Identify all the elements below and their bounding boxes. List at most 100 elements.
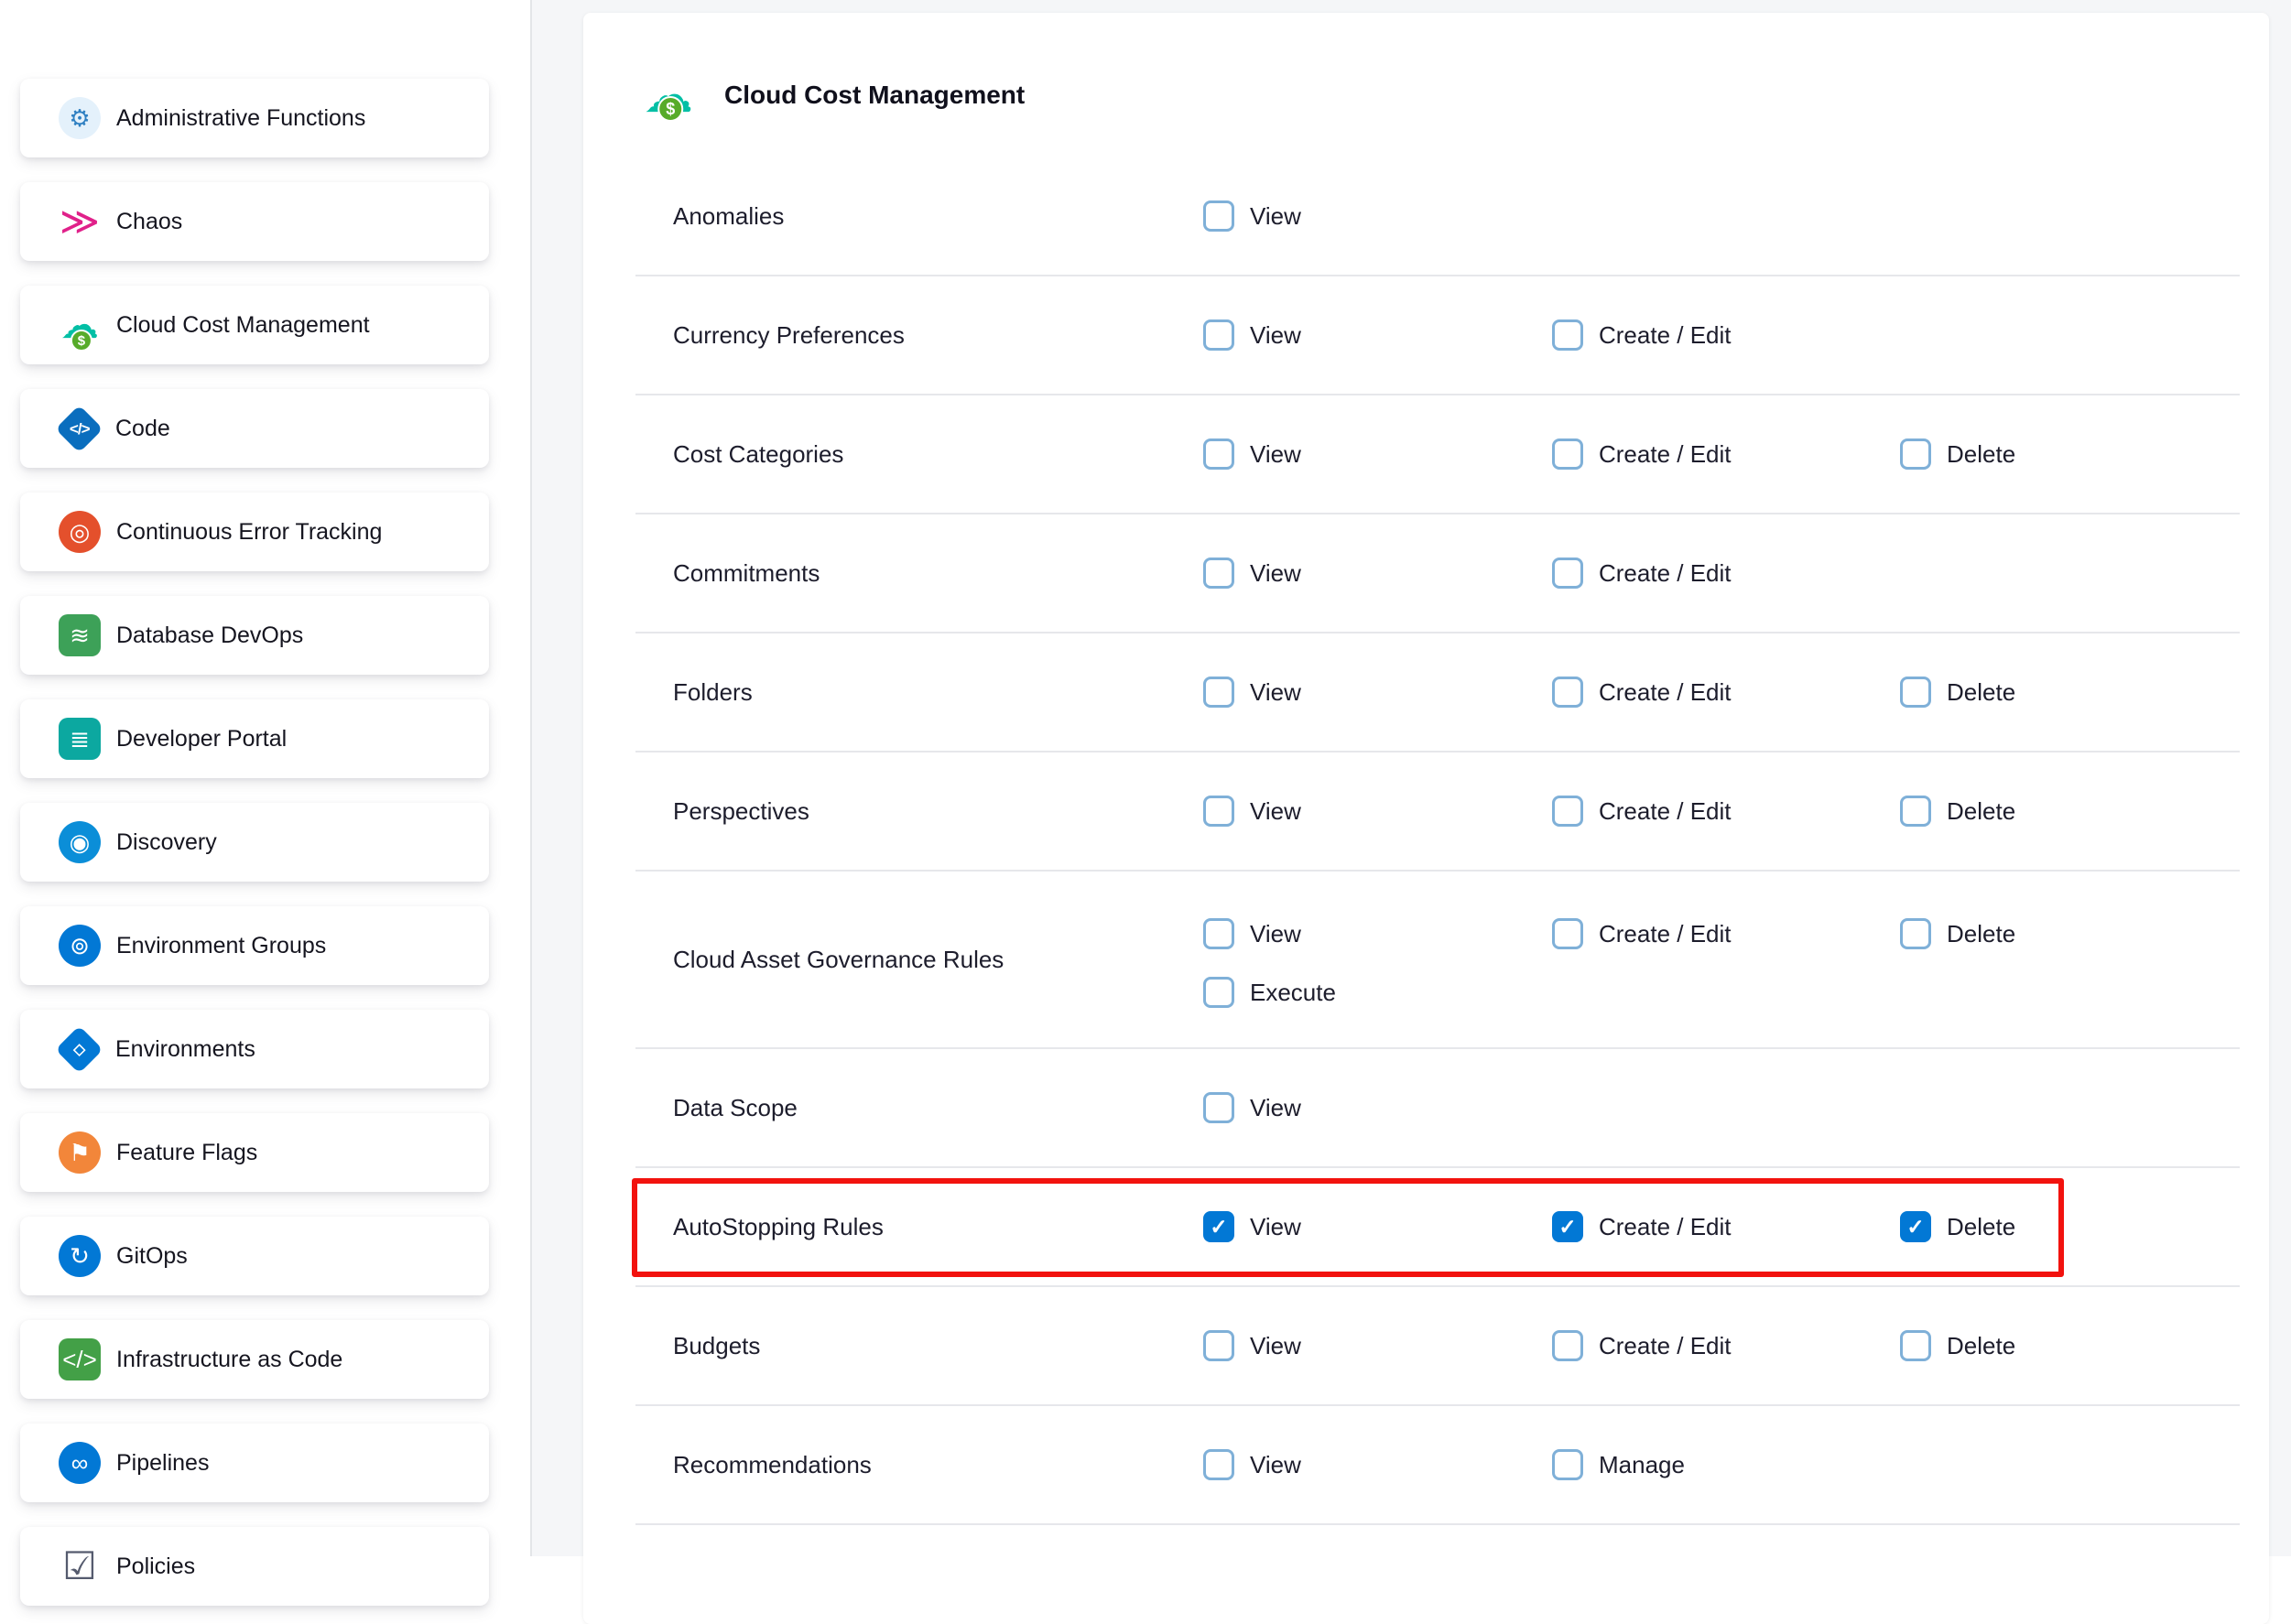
permission-option-delete[interactable]: Delete [1900,1330,2240,1361]
checkbox-view[interactable] [1203,1092,1234,1123]
checkbox-delete[interactable] [1900,1330,1931,1361]
permission-cell: Create / Edit [1552,1287,1900,1404]
permission-row-anomalies: AnomaliesView [635,157,2240,276]
checkbox-create-edit[interactable]: ✓ [1552,1211,1583,1242]
permission-option-view[interactable]: View [1203,677,1552,708]
permission-option-create-edit[interactable]: Create / Edit [1552,438,1900,470]
permission-cell: Create / Edit [1552,633,1900,751]
checkbox-view[interactable] [1203,1330,1234,1361]
checkbox-view[interactable] [1203,796,1234,827]
sidebar-item-environment-groups[interactable]: ⊚Environment Groups [20,906,489,985]
permission-cell: ✓View [1203,1168,1552,1285]
permission-cell: View [1203,276,1552,394]
permission-option-view[interactable]: View [1203,1092,1552,1123]
checkbox-view[interactable] [1203,677,1234,708]
checkbox-delete[interactable] [1900,918,1931,949]
permission-cell [1552,157,1900,275]
permission-option-create-edit[interactable]: Create / Edit [1552,319,1900,351]
error-tracking-icon-glyph: ◎ [70,520,91,544]
permission-option-create-edit[interactable]: Create / Edit [1552,677,1900,708]
permission-option-view[interactable]: View [1203,1449,1552,1480]
sidebar-item-label: Code [115,416,170,442]
dollar-badge-icon: $ [71,330,92,352]
sidebar-item-cloud-cost-management[interactable]: ☁$Cloud Cost Management [20,286,489,364]
sidebar-item-label: Cloud Cost Management [116,312,370,339]
sidebar-item-discovery[interactable]: ◉Discovery [20,803,489,882]
environment-groups-icon-glyph: ⊚ [70,934,90,958]
infrastructure-as-code-icon-glyph: </> [62,1348,97,1371]
checkbox-view[interactable] [1203,438,1234,470]
permission-option-create-edit[interactable]: Create / Edit [1552,918,1900,949]
checkbox-view[interactable] [1203,918,1234,949]
checkbox-manage[interactable] [1552,1449,1583,1480]
permission-option-delete[interactable]: Delete [1900,918,2240,949]
sidebar-item-policies[interactable]: ☑Policies [20,1527,489,1606]
checkbox-execute[interactable] [1203,977,1234,1008]
permission-option-delete[interactable]: ✓Delete [1900,1211,2240,1242]
checkbox-create-edit[interactable] [1552,677,1583,708]
checkbox-view[interactable] [1203,1449,1234,1480]
environments-icon-glyph: ◇ [73,1041,84,1056]
checkbox-create-edit[interactable] [1552,558,1583,589]
checkbox-view[interactable] [1203,319,1234,351]
permission-option-delete[interactable]: Delete [1900,438,2240,470]
gitops-icon: ↻ [59,1235,101,1277]
permission-option-view[interactable]: View [1203,319,1552,351]
permission-option-view[interactable]: View [1203,918,1552,949]
sidebar-item-chaos[interactable]: ≫Chaos [20,182,489,261]
checkbox-delete[interactable] [1900,796,1931,827]
permission-option-manage[interactable]: Manage [1552,1449,1900,1480]
permission-option-create-edit[interactable]: Create / Edit [1552,1330,1900,1361]
permission-option-delete[interactable]: Delete [1900,796,2240,827]
environments-icon: ◇ [55,1025,103,1073]
permission-option-create-edit[interactable]: Create / Edit [1552,796,1900,827]
sidebar-item-code[interactable]: </> Code [20,389,489,468]
permission-row-data-scope: Data ScopeView [635,1049,2240,1168]
infrastructure-as-code-icon: </> [59,1338,101,1380]
permission-option-create-edit[interactable]: Create / Edit [1552,558,1900,589]
checkbox-create-edit[interactable] [1552,438,1583,470]
gitops-icon-glyph: ↻ [70,1244,90,1268]
sidebar-item-database-devops[interactable]: ≋Database DevOps [20,596,489,675]
resource-label: Data Scope [635,1094,1203,1122]
permission-option-label: Manage [1599,1451,1685,1479]
sidebar-item-label: Database DevOps [116,623,303,649]
permission-option-view[interactable]: View [1203,438,1552,470]
code-icon-glyph: </> [70,421,90,437]
sidebar-item-developer-portal[interactable]: ≣Developer Portal [20,699,489,778]
permission-option-view[interactable]: View [1203,796,1552,827]
sidebar-item-infrastructure-as-code[interactable]: </> Infrastructure as Code [20,1320,489,1399]
permission-option-label: Delete [1947,920,2015,948]
sidebar-item-administrative-functions[interactable]: ⚙Administrative Functions [20,79,489,157]
checkbox-delete[interactable]: ✓ [1900,1211,1931,1242]
sidebar-item-environments[interactable]: ◇Environments [20,1010,489,1088]
sidebar-item-label: Feature Flags [116,1140,257,1166]
permission-option-create-edit[interactable]: ✓Create / Edit [1552,1211,1900,1242]
permission-option-execute[interactable]: Execute [1203,977,1552,1008]
checkbox-view[interactable] [1203,200,1234,232]
module-list: ⚙Administrative Functions≫Chaos☁$Cloud C… [20,79,489,1606]
sidebar-item-label: Infrastructure as Code [116,1347,342,1373]
checkbox-delete[interactable] [1900,438,1931,470]
permission-option-view[interactable]: View [1203,1330,1552,1361]
permission-option-view[interactable]: View [1203,200,1552,232]
permission-cell: Create / Edit [1552,276,1900,394]
checkbox-view[interactable]: ✓ [1203,1211,1234,1242]
sidebar-item-gitops[interactable]: ↻GitOps [20,1217,489,1295]
sidebar-item-feature-flags[interactable]: ⚑ Feature Flags [20,1113,489,1192]
sidebar-item-pipelines[interactable]: ∞Pipelines [20,1424,489,1502]
sidebar-item-continuous-error-tracking[interactable]: ◎Continuous Error Tracking [20,493,489,571]
feature-flags-icon: ⚑ [59,1131,101,1174]
checkbox-create-edit[interactable] [1552,796,1583,827]
permission-option-view[interactable]: View [1203,558,1552,589]
sidebar-item-label: Administrative Functions [116,105,365,132]
checkbox-create-edit[interactable] [1552,319,1583,351]
permission-option-view[interactable]: ✓View [1203,1211,1552,1242]
permission-row-commitments: CommitmentsViewCreate / Edit [635,514,2240,633]
checkbox-delete[interactable] [1900,677,1931,708]
permission-option-delete[interactable]: Delete [1900,677,2240,708]
checkbox-create-edit[interactable] [1552,1330,1583,1361]
checkbox-view[interactable] [1203,558,1234,589]
checkbox-create-edit[interactable] [1552,918,1583,949]
resource-label: Recommendations [635,1451,1203,1479]
